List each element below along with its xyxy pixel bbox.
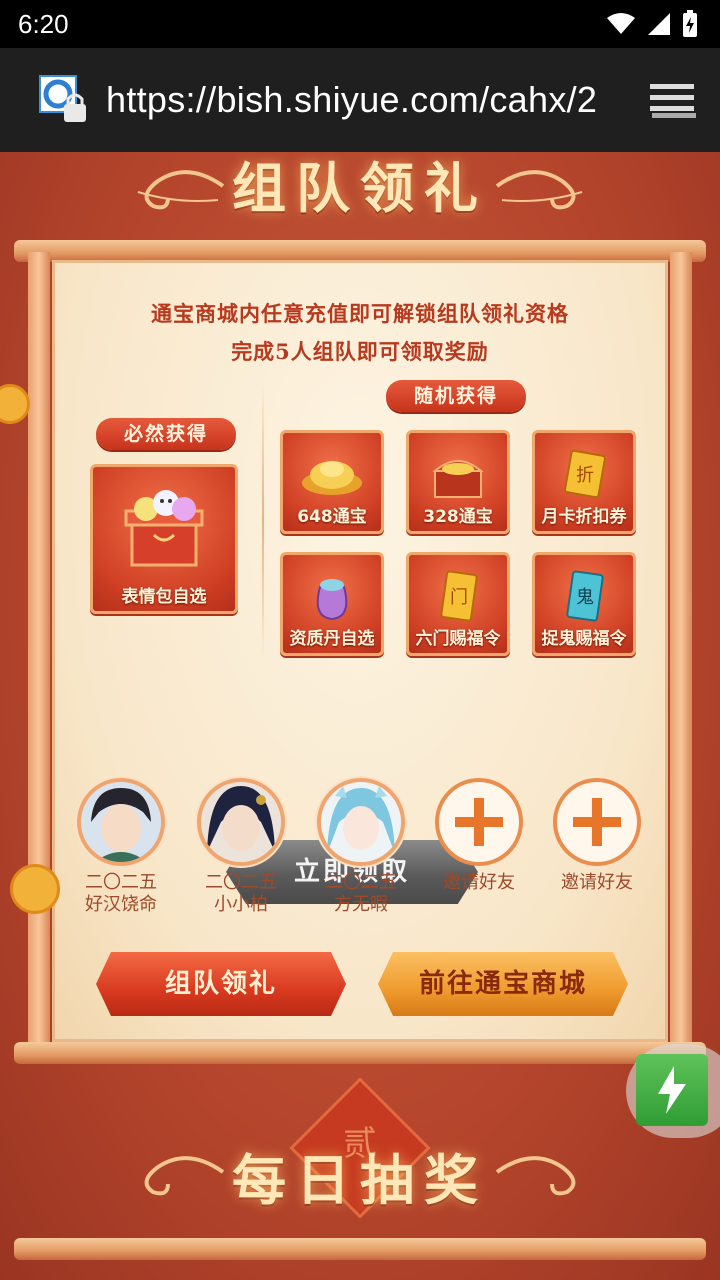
coin-decoration: [10, 864, 60, 914]
wifi-icon: [607, 13, 635, 34]
random-ribbon: 随机获得: [386, 380, 526, 412]
invite-label: 邀请好友: [443, 872, 515, 893]
gift-box-icon: [124, 490, 204, 567]
scroll-rod-top-2: [14, 1238, 706, 1260]
reward-monthly-coupon[interactable]: 折 月卡折扣券: [532, 430, 636, 534]
invite-plus-button[interactable]: [435, 778, 523, 866]
invite-label: 邀请好友: [561, 872, 633, 893]
url-field[interactable]: https://bish.shiyue.com/cahx/2: [106, 79, 606, 121]
page-content: 组队领礼 通宝商城内任意充值即可解锁组队领礼资格 完成5人组队即可领取奖励 必然…: [0, 152, 720, 1280]
team-member-3: 二〇二五 方无暇: [306, 778, 416, 916]
invite-slot-2[interactable]: 邀请好友: [542, 778, 652, 894]
reward-label: 捉鬼赐福令: [541, 629, 627, 649]
lightning-card-icon: [636, 1054, 708, 1126]
member-name-line1: 二〇二五: [205, 872, 277, 893]
tabs-menu-icon[interactable]: [648, 80, 698, 120]
discount-ticket-icon: 折: [564, 449, 606, 499]
site-favicon-icon: [38, 74, 90, 126]
gold-ingot-icon: [302, 461, 362, 495]
member-name-line1: 二〇二五: [325, 872, 397, 893]
svg-text:鬼: 鬼: [576, 587, 594, 608]
gold-token-icon: 门: [440, 570, 478, 622]
blue-token-icon: 鬼: [566, 570, 604, 622]
reward-label: 表情包自选: [121, 587, 207, 607]
section-title-daily-draw: 每日抽奖: [232, 1148, 488, 1212]
team-member-2: 二〇二五 小小柏: [186, 778, 296, 916]
reward-aptitude-pill[interactable]: 资质丹自选: [280, 552, 384, 656]
team-member-1: 二〇二五 好汉饶命: [66, 778, 176, 916]
reward-emoji-pack[interactable]: 表情包自选: [90, 464, 238, 614]
avatar: [77, 778, 165, 866]
plus-icon: [573, 798, 621, 846]
guaranteed-ribbon: 必然获得: [96, 418, 236, 450]
status-icons: [606, 10, 698, 38]
reward-ghost-hunt-token[interactable]: 鬼 捉鬼赐福令: [532, 552, 636, 656]
pouch-icon: [316, 579, 348, 621]
scroll-rod-bottom: [14, 1042, 706, 1064]
member-name-line1: 二〇二五: [85, 872, 157, 893]
avatar: [197, 778, 285, 866]
plus-icon: [455, 798, 503, 846]
scroll-side-right: [670, 252, 692, 1048]
floating-widget-button[interactable]: [626, 1044, 720, 1138]
desc-line-1: 通宝商城内任意充值即可解锁组队领礼资格: [151, 301, 569, 326]
desc-line-2: 完成5人组队即可领取奖励: [231, 339, 489, 364]
browser-url-bar: https://bish.shiyue.com/cahx/2: [0, 48, 720, 152]
team-reward-button[interactable]: 组队领礼: [96, 952, 346, 1016]
reward-328-coins[interactable]: 328通宝: [406, 430, 510, 534]
invite-slot-1[interactable]: 邀请好友: [424, 778, 534, 894]
member-name-line2: 方无暇: [334, 894, 388, 915]
reward-label: 六门赐福令: [415, 629, 501, 649]
coin-decoration: [0, 384, 30, 424]
reward-divider: [262, 380, 264, 660]
reward-label: 月卡折扣券: [541, 507, 627, 527]
status-time: 6:20: [18, 8, 69, 39]
status-bar: 6:20: [0, 0, 720, 48]
reward-648-coins[interactable]: 648通宝: [280, 430, 384, 534]
reward-label: 648通宝: [297, 507, 367, 527]
treasure-chest-icon: [432, 460, 484, 498]
scroll-side-left: [28, 252, 50, 1048]
invite-plus-button[interactable]: [553, 778, 641, 866]
member-name-line2: 好汉饶命: [85, 894, 157, 915]
battery-icon: [683, 10, 697, 37]
avatar: [317, 778, 405, 866]
cell-signal-icon: [648, 13, 670, 35]
member-name-line2: 小小柏: [214, 894, 268, 915]
reward-label: 资质丹自选: [289, 629, 375, 649]
svg-text:折: 折: [576, 465, 594, 486]
reward-six-gates-token[interactable]: 门 六门赐福令: [406, 552, 510, 656]
go-to-store-button[interactable]: 前往通宝商城: [378, 952, 628, 1016]
scroll-rod-top: [14, 240, 706, 262]
reward-label: 328通宝: [423, 507, 493, 527]
svg-text:门: 门: [450, 587, 468, 608]
section-title-team: 组队领礼: [232, 156, 488, 220]
